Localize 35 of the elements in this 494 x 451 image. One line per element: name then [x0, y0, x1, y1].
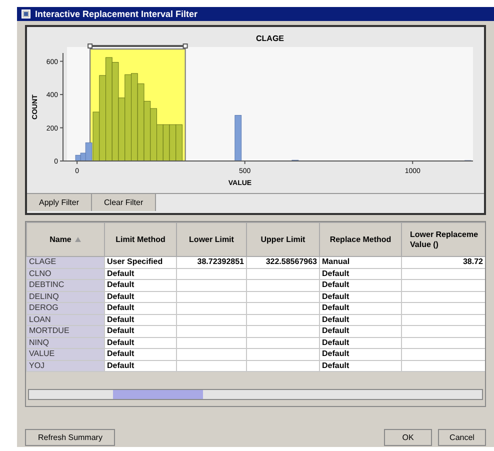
row-header: YOJ [26, 360, 104, 372]
table-cell: 38.72392851 [176, 256, 246, 268]
table-cell: Default [104, 326, 176, 337]
table-cell: 38.72 [402, 256, 485, 268]
table-cell: Default [104, 302, 176, 314]
table-cell: Default [104, 360, 176, 372]
table-cell: Default [104, 314, 176, 326]
row-header: MORTDUE [26, 326, 104, 337]
table-cell: Default [104, 337, 176, 348]
chart-title: CLAGE [256, 34, 284, 43]
row-header: CLAGE [26, 256, 104, 268]
row-header: DEROG [26, 302, 104, 314]
table-cell: Default [320, 268, 402, 280]
table-cell: Default [320, 337, 402, 348]
table-cell: Default [320, 326, 402, 337]
table-cell: Default [104, 268, 176, 280]
table-cell: Default [104, 280, 176, 291]
row-header: DEBTINC [26, 280, 104, 291]
table-cell: Default [320, 280, 402, 291]
row-header: VALUE [26, 348, 104, 360]
row-header: CLNO [26, 268, 104, 280]
row-header: DELINQ [26, 291, 104, 302]
table-cell: Default [104, 291, 176, 302]
table-cell: Default [320, 360, 402, 372]
table-cell: Default [320, 314, 402, 326]
row-header: NINQ [26, 337, 104, 348]
table-cell: Default [320, 348, 402, 360]
row-header: LOAN [26, 314, 104, 326]
table-cell: 322.58567963 [246, 256, 320, 268]
table-cell: Default [320, 302, 402, 314]
table-cell: Manual [320, 256, 402, 268]
table-cell: User Specified [104, 256, 176, 268]
window-title: Interactive Replacement Interval Filter [35, 10, 198, 18]
table-cell: Default [104, 348, 176, 360]
table-cell: Default [320, 291, 402, 302]
